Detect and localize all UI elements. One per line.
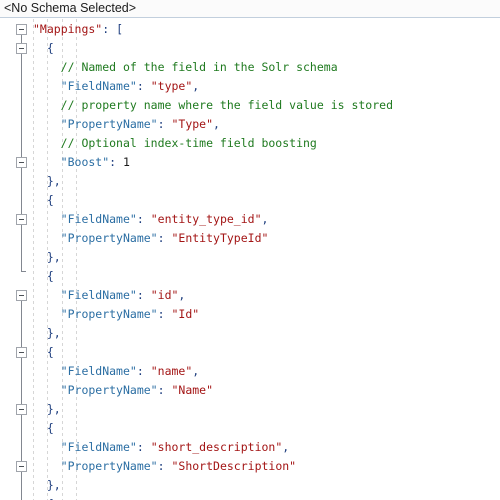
- token-punct: :: [136, 288, 144, 302]
- token-punct: :: [136, 440, 144, 454]
- token-str: "name": [150, 364, 193, 378]
- token-punct: {: [46, 269, 54, 283]
- token-str: "Mappings": [33, 22, 103, 36]
- code-line[interactable]: "FieldName": "name",: [61, 362, 200, 381]
- code-line[interactable]: // property name where the field value i…: [61, 96, 393, 115]
- token-punct: :: [136, 79, 144, 93]
- token-key: "PropertyName": [60, 307, 158, 321]
- code-line[interactable]: "FieldName": "entity_type_id",: [61, 210, 269, 229]
- code-line[interactable]: // Named of the field in the Solr schema: [61, 58, 338, 77]
- token-key: "FieldName": [60, 288, 137, 302]
- token-punct: },: [46, 478, 61, 492]
- token-key: "FieldName": [60, 79, 137, 93]
- token-punct: {: [46, 345, 54, 359]
- code-line[interactable]: },: [47, 400, 61, 419]
- token-str: "short_description": [150, 440, 283, 454]
- code-text-area[interactable]: "Mappings": [ { // Named of the field in t…: [0, 19, 500, 500]
- token-punct: {: [46, 421, 54, 435]
- token-punct: ,: [178, 288, 186, 302]
- code-line[interactable]: "FieldName": "type",: [61, 77, 200, 96]
- token-punct: ,: [192, 364, 200, 378]
- token-str: "EntityTypeId": [171, 231, 269, 245]
- code-line[interactable]: "PropertyName": "ShortDescription": [61, 457, 296, 476]
- token-punct: },: [46, 402, 61, 416]
- code-line[interactable]: {: [47, 267, 54, 286]
- token-key: "PropertyName": [60, 459, 158, 473]
- token-key: "FieldName": [60, 364, 137, 378]
- token-punct: },: [46, 250, 61, 264]
- code-line[interactable]: },: [47, 476, 61, 495]
- token-str: "id": [150, 288, 179, 302]
- code-line[interactable]: "PropertyName": "Name": [61, 381, 213, 400]
- token-punct: ,: [192, 79, 200, 93]
- token-punct: {: [46, 193, 54, 207]
- token-punct: ,: [261, 212, 269, 226]
- code-line[interactable]: {: [47, 343, 54, 362]
- token-punct: :: [136, 212, 144, 226]
- code-line[interactable]: "PropertyName": "Type",: [61, 115, 220, 134]
- code-line[interactable]: {: [47, 495, 54, 500]
- token-key: "FieldName": [60, 440, 137, 454]
- code-line[interactable]: {: [47, 419, 54, 438]
- token-punct: :: [157, 231, 165, 245]
- token-key: "PropertyName": [60, 117, 158, 131]
- code-line[interactable]: "Boost": 1: [61, 153, 130, 172]
- code-line[interactable]: },: [47, 172, 61, 191]
- code-editor-window: <No Schema Selected> "Mappings": [ { // Na…: [0, 0, 500, 500]
- token-key: "PropertyName": [60, 383, 158, 397]
- editor-surface[interactable]: "Mappings": [ { // Named of the field in t…: [0, 19, 500, 500]
- token-str: "ShortDescription": [171, 459, 297, 473]
- schema-selector-label: <No Schema Selected>: [4, 1, 137, 15]
- token-punct: [: [116, 22, 124, 36]
- schema-selector-bar[interactable]: <No Schema Selected>: [0, 0, 500, 18]
- token-punct: ,: [282, 440, 290, 454]
- token-key: "FieldName": [60, 212, 137, 226]
- code-line[interactable]: {: [47, 39, 54, 58]
- token-str: "Name": [171, 383, 214, 397]
- token-punct: :: [157, 117, 165, 131]
- token-str: "Id": [171, 307, 200, 321]
- token-num: 1: [123, 155, 130, 169]
- code-line[interactable]: "PropertyName": "EntityTypeId": [61, 229, 269, 248]
- token-comment: // Named of the field in the Solr schema: [60, 60, 338, 74]
- token-punct: :: [157, 459, 165, 473]
- code-line[interactable]: {: [47, 191, 54, 210]
- token-str: "entity_type_id": [150, 212, 262, 226]
- code-line[interactable]: },: [47, 248, 61, 267]
- code-line[interactable]: "PropertyName": "Id": [61, 305, 200, 324]
- code-line[interactable]: // Optional index-time field boosting: [61, 134, 317, 153]
- token-key: "PropertyName": [60, 231, 158, 245]
- token-punct: :: [157, 307, 165, 321]
- code-line[interactable]: "Mappings": [: [33, 20, 123, 39]
- token-comment: // property name where the field value i…: [60, 98, 394, 112]
- token-str: "type": [150, 79, 193, 93]
- code-line[interactable]: "FieldName": "short_description",: [61, 438, 290, 457]
- token-punct: },: [46, 326, 61, 340]
- token-punct: {: [46, 41, 54, 55]
- token-comment: // Optional index-time field boosting: [60, 136, 317, 150]
- token-punct: :: [136, 364, 144, 378]
- token-punct: :: [157, 383, 165, 397]
- code-line[interactable]: "FieldName": "id",: [61, 286, 186, 305]
- code-line[interactable]: },: [47, 324, 61, 343]
- token-key: "Boost": [60, 155, 110, 169]
- token-punct: },: [46, 174, 61, 188]
- token-punct: ,: [213, 117, 220, 131]
- token-str: "Type": [171, 117, 214, 131]
